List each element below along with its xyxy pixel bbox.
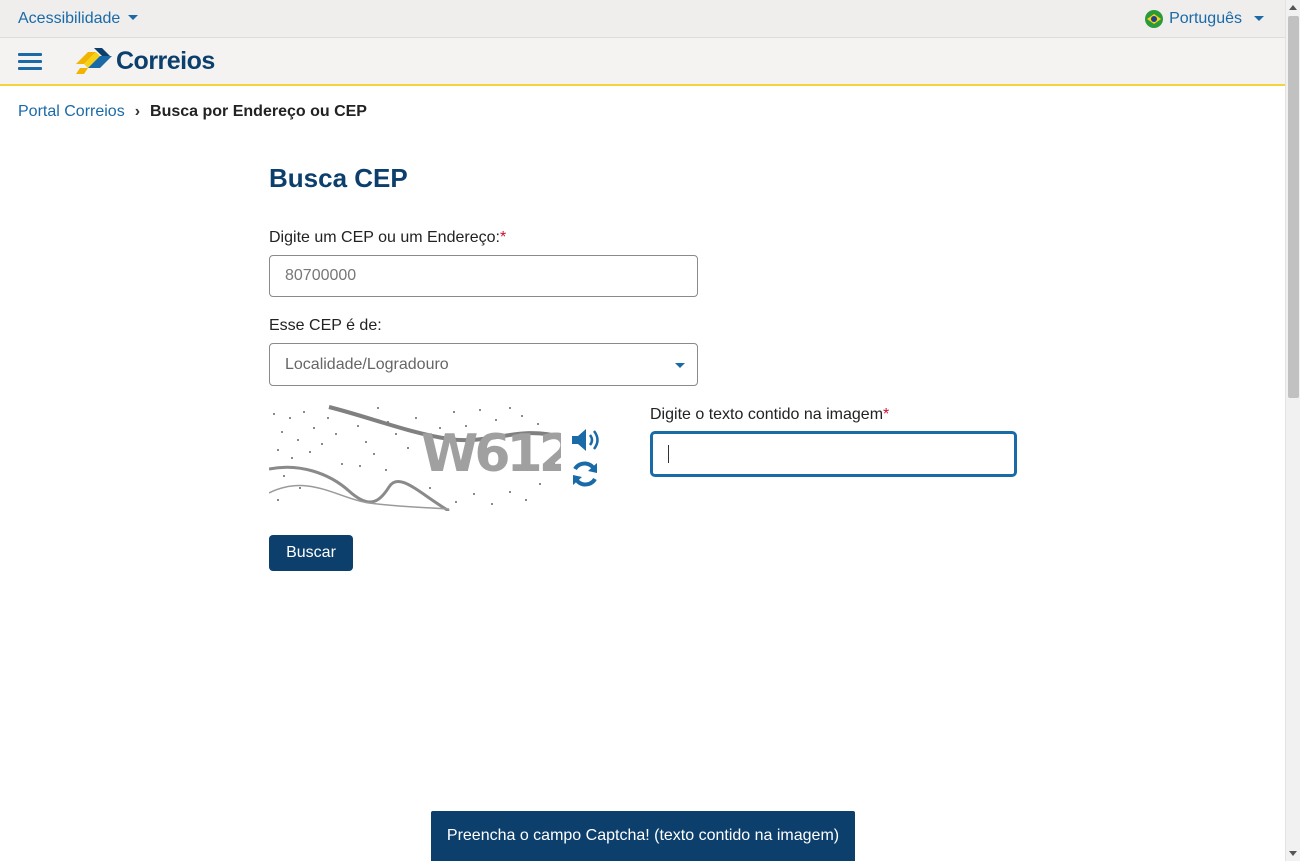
scrollbar-thumb[interactable] bbox=[1288, 16, 1299, 398]
captcha-controls bbox=[570, 426, 604, 489]
correios-logo-icon bbox=[76, 48, 112, 74]
captcha-label-text: Digite o texto contido na imagem bbox=[650, 406, 884, 423]
breadcrumb: Portal Correios › Busca por Endereço ou … bbox=[18, 103, 367, 121]
hamburger-menu-icon[interactable] bbox=[18, 53, 42, 71]
captcha-field-label: Digite o texto contido na imagem* bbox=[650, 406, 889, 424]
correios-logo[interactable]: Correios bbox=[74, 46, 215, 76]
breadcrumb-separator-icon: › bbox=[134, 103, 141, 120]
text-cursor bbox=[668, 445, 669, 463]
cep-label-text: Digite um CEP ou um Endereço: bbox=[269, 229, 500, 246]
required-mark: * bbox=[499, 229, 507, 246]
captcha-text: W612 bbox=[421, 424, 561, 484]
cep-type-selected: Localidade/Logradouro bbox=[285, 355, 449, 373]
chevron-down-icon bbox=[675, 363, 685, 368]
speaker-icon[interactable] bbox=[570, 426, 604, 454]
cep-type-select[interactable]: Localidade/Logradouro bbox=[269, 343, 698, 386]
page-scrollbar[interactable] bbox=[1285, 0, 1300, 861]
language-label: Português bbox=[1169, 10, 1242, 27]
captcha-noise-graphic: W612 bbox=[269, 405, 561, 511]
scroll-up-icon[interactable] bbox=[1289, 5, 1297, 10]
accessibility-label: Acessibilidade bbox=[18, 10, 121, 27]
logo-text: Correios bbox=[116, 46, 215, 75]
language-dropdown[interactable]: Português bbox=[1145, 10, 1264, 28]
refresh-icon[interactable] bbox=[570, 459, 600, 489]
breadcrumb-current: Busca por Endereço ou CEP bbox=[150, 103, 367, 120]
site-header: Correios bbox=[0, 38, 1285, 86]
captcha-image: W612 bbox=[269, 403, 561, 511]
chevron-down-icon bbox=[1254, 15, 1264, 21]
captcha-input[interactable] bbox=[650, 431, 1017, 477]
search-button[interactable]: Buscar bbox=[269, 535, 353, 571]
cep-input-placeholder: 80700000 bbox=[285, 267, 357, 284]
breadcrumb-home-link[interactable]: Portal Correios bbox=[18, 103, 125, 121]
scroll-down-icon[interactable] bbox=[1289, 851, 1297, 856]
captcha-error-toast: Preencha o campo Captcha! (texto contido… bbox=[431, 811, 855, 861]
brazil-flag-icon bbox=[1145, 10, 1164, 28]
required-mark: * bbox=[883, 406, 890, 423]
type-select-label: Esse CEP é de: bbox=[269, 317, 382, 334]
chevron-down-icon bbox=[128, 15, 139, 21]
cep-input[interactable]: 80700000 bbox=[269, 255, 698, 297]
accessibility-dropdown[interactable]: Acessibilidade bbox=[18, 10, 139, 28]
cep-field-label: Digite um CEP ou um Endereço:* bbox=[269, 229, 506, 247]
accessibility-bar: Acessibilidade Português bbox=[0, 0, 1285, 38]
page-title: Busca CEP bbox=[269, 163, 408, 193]
toast-message: Preencha o campo Captcha! (texto contido… bbox=[446, 827, 840, 844]
